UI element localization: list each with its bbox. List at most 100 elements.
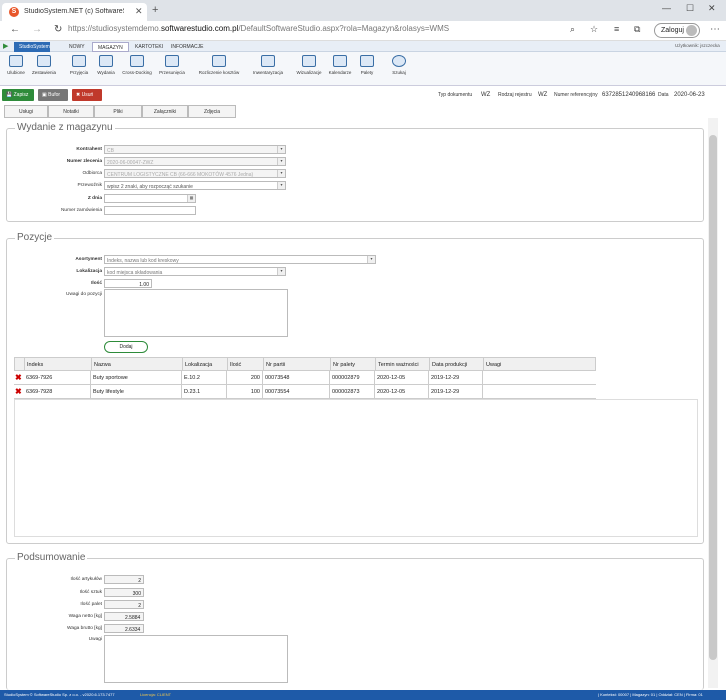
- tab-notatki[interactable]: Notatki: [48, 105, 94, 118]
- from-date-field[interactable]: ▦: [104, 194, 196, 203]
- ref-label: Numer referencyjny: [554, 92, 598, 98]
- order-field[interactable]: 2020-06-00047-ZWZ ▾: [104, 157, 286, 166]
- delete-label: Usuń: [81, 92, 94, 98]
- order-label: Numer zlecenia: [66, 159, 102, 164]
- summary-notes-label: Uwagi: [88, 637, 102, 642]
- ribbon-kalendarze[interactable]: Kalendarze: [326, 55, 354, 75]
- ribbon-przesuniecia[interactable]: Przesunięcia: [156, 55, 188, 75]
- ref-value: 6372851240968166: [602, 92, 656, 98]
- summary-notes-textarea[interactable]: [104, 635, 288, 683]
- assortment-placeholder: Indeks, nazwa lub kod kreskowy: [107, 258, 179, 264]
- cell-index: 6369-7928: [24, 385, 91, 398]
- scrollbar-thumb[interactable]: [709, 135, 717, 660]
- location-field[interactable]: kod miejsca składowania ▾: [104, 267, 286, 276]
- delete-button[interactable]: ✖ Usuń: [72, 89, 102, 101]
- status-context: | Kontekst: 00007 | Magazyn: 01 | Oddzia…: [598, 692, 703, 697]
- minimize-icon[interactable]: —: [662, 3, 671, 13]
- grid-header: Indeks Nazwa Lokalizacja Ilość Nr partii…: [14, 357, 596, 371]
- menu-studiosystem[interactable]: StudioSystem: [14, 42, 50, 52]
- ribbon-przyjecia[interactable]: Przyjęcia: [66, 55, 92, 75]
- grid-header-cell[interactable]: Termin ważności: [376, 358, 430, 371]
- collections-icon[interactable]: ⧉: [634, 24, 640, 35]
- tab-zalaczniki[interactable]: Załączniki: [142, 105, 188, 118]
- table-row[interactable]: ✖ 6369-7926 Buty sportowe E.10.2 200 000…: [14, 371, 596, 385]
- grid-header-cell[interactable]: Nr palety: [331, 358, 376, 371]
- cell-qty: 200: [227, 371, 263, 384]
- ribbon-wydania[interactable]: Wydania: [94, 55, 118, 75]
- back-icon[interactable]: ←: [10, 24, 20, 35]
- ribbon-cross-docking[interactable]: Cross-Docking: [120, 55, 154, 75]
- browser-tab[interactable]: S StudioSystem.NET (c) SoftwareSt ✕: [2, 3, 147, 21]
- menu-informacje[interactable]: INFORMACJE: [166, 42, 209, 52]
- ribbon-zestawienia[interactable]: Zestawienia: [30, 55, 58, 75]
- chevron-down-icon[interactable]: ▾: [277, 182, 285, 189]
- chevron-down-icon[interactable]: ▾: [277, 158, 285, 165]
- status-license: Licencja: CLIENT: [140, 692, 172, 697]
- new-tab-icon[interactable]: +: [152, 4, 158, 16]
- contractor-field[interactable]: CB ▾: [104, 145, 286, 154]
- cell-index: 6369-7926: [24, 371, 91, 384]
- carrier-placeholder: wpisz 2 znaki, aby rozpocząć szukanie: [107, 184, 193, 190]
- chevron-down-icon[interactable]: ▾: [277, 268, 285, 275]
- zoom-icon[interactable]: ⌕: [570, 24, 575, 35]
- summary-articles-value: 2: [104, 575, 144, 584]
- play-icon[interactable]: ▶: [3, 42, 8, 50]
- tab-title: StudioSystem.NET (c) SoftwareSt: [24, 8, 124, 15]
- recipient-field[interactable]: CENTRUM LOGISTYCZNE CB (66-666 MOKOTÓW 4…: [104, 169, 286, 178]
- bufor-button[interactable]: ▣ Bufor: [38, 89, 68, 101]
- carrier-field[interactable]: wpisz 2 znaki, aby rozpocząć szukanie ▾: [104, 181, 286, 190]
- url-domain: softwarestudio.com.pl: [160, 24, 239, 33]
- calendar-icon[interactable]: ▦: [187, 195, 195, 202]
- grid-header-cell[interactable]: Indeks: [25, 358, 92, 371]
- delete-row-icon[interactable]: ✖: [15, 387, 22, 396]
- grid-header-cell[interactable]: Data produkcji: [430, 358, 484, 371]
- maximize-icon[interactable]: ☐: [686, 3, 694, 14]
- grid-header-cell[interactable]: Nazwa: [92, 358, 183, 371]
- chevron-down-icon[interactable]: ▾: [277, 146, 285, 153]
- url-field[interactable]: https://studiosystemdemo.softwarestudio.…: [68, 24, 538, 38]
- item-notes-textarea[interactable]: [104, 289, 288, 337]
- ribbon-wizualizacje[interactable]: Wizualizacje: [294, 55, 324, 75]
- table-row[interactable]: ✖ 6369-7928 Buty lifestyle D.23.1 100 00…: [14, 385, 596, 399]
- tab-zdjecia[interactable]: Zdjęcia: [188, 105, 236, 118]
- grid-header-cell[interactable]: Ilość: [228, 358, 264, 371]
- close-window-icon[interactable]: ✕: [708, 3, 716, 14]
- favorites-list-icon[interactable]: ≡: [614, 24, 619, 34]
- tab-pliki[interactable]: Pliki: [94, 105, 142, 118]
- ribbon-label: Szukaj: [392, 70, 406, 75]
- ribbon-toolbar: Ulubione Zestawienia Przyjęcia Wydania C…: [0, 52, 726, 86]
- cell-notes: [483, 371, 596, 384]
- menu-kartoteki[interactable]: KARTOTEKI: [130, 42, 168, 52]
- summary-net-value: 2.5884: [104, 612, 144, 621]
- tab-uslugi[interactable]: Usługi: [4, 105, 48, 118]
- qty-field[interactable]: 1.00: [104, 279, 152, 288]
- avatar-icon: [686, 25, 697, 36]
- grid-header-cell[interactable]: Nr partii: [264, 358, 331, 371]
- menu-magazyn[interactable]: MAGAZYN: [92, 42, 129, 52]
- ribbon-szukaj[interactable]: Szukaj: [388, 55, 410, 75]
- grid-header-cell[interactable]: Lokalizacja: [183, 358, 228, 371]
- pallet-icon: [360, 55, 374, 67]
- menu-nowy[interactable]: NOWY: [64, 42, 90, 52]
- ribbon-ulubione[interactable]: Ulubione: [4, 55, 28, 75]
- ribbon-rozliczenie-kosztow[interactable]: Rozliczenie kosztów: [196, 55, 242, 75]
- close-tab-icon[interactable]: ✕: [135, 6, 143, 17]
- save-button[interactable]: 💾 Zapisz: [2, 89, 34, 101]
- chevron-down-icon[interactable]: ▾: [277, 170, 285, 177]
- status-bar: StudioSystem © SoftwareStudio Sp. z o.o.…: [0, 690, 726, 700]
- assortment-field[interactable]: Indeks, nazwa lub kod kreskowy ▾: [104, 255, 376, 264]
- grid-header-cell[interactable]: Uwagi: [484, 358, 597, 371]
- forward-icon[interactable]: →: [32, 24, 42, 35]
- ribbon-inwentaryzacja[interactable]: Inwentaryzacja: [250, 55, 286, 75]
- refresh-icon[interactable]: ↻: [54, 24, 62, 35]
- login-button[interactable]: Zaloguj: [654, 23, 700, 38]
- chevron-down-icon[interactable]: ▾: [367, 256, 375, 263]
- favorite-star-icon[interactable]: ☆: [590, 24, 598, 35]
- upload-icon: [72, 55, 86, 67]
- browser-menu-icon[interactable]: ⋯: [710, 24, 720, 35]
- ribbon-label: Zestawienia: [31, 70, 56, 75]
- ribbon-palety[interactable]: Palety: [356, 55, 378, 75]
- add-button[interactable]: Dodaj: [104, 341, 148, 353]
- orderno-field[interactable]: [104, 206, 196, 215]
- delete-row-icon[interactable]: ✖: [15, 373, 22, 382]
